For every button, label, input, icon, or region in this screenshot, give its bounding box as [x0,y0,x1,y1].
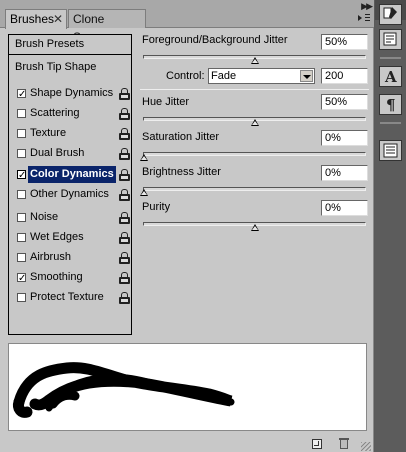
slider-thumb[interactable] [250,57,259,64]
divider [140,89,369,90]
dock-divider [380,57,401,59]
checkbox[interactable] [17,293,26,302]
checkbox[interactable] [17,129,26,138]
lock-icon[interactable] [119,88,130,100]
brushes-panel: Brushes ✕ Clone Source ▶▶ Brush Presets … [0,0,374,452]
panel-menu-icon[interactable] [358,12,371,24]
purity-label: Purity [142,201,171,213]
hue-jitter-field[interactable]: 50% [321,94,368,110]
resize-grip-icon[interactable] [361,442,371,451]
brush-option-row[interactable]: Other Dynamics [11,186,130,203]
control-select-value: Fade [211,70,237,82]
checkbox[interactable] [17,233,26,242]
lock-icon[interactable] [119,212,130,224]
saturation-jitter-field[interactable]: 0% [321,130,368,146]
tab-clone-source[interactable]: Clone Source [68,9,146,44]
brush-option-row[interactable]: Texture [11,125,130,142]
brush-option-label: Shape Dynamics [30,87,114,99]
lock-icon[interactable] [119,292,130,304]
brush-option-label: Protect Texture [30,291,104,303]
checkbox[interactable] [17,149,26,158]
brush-option-row[interactable]: Shape Dynamics [11,85,130,103]
lock-icon[interactable] [119,108,130,120]
fg-bg-jitter-slider[interactable] [143,55,366,64]
brush-option-row[interactable]: Smoothing [11,269,130,287]
new-preset-icon[interactable] [312,439,322,449]
checkbox[interactable] [17,167,26,184]
lock-icon[interactable] [119,128,130,140]
tab-brushes-label: Brushes [10,12,55,26]
brush-tip-shape-item[interactable]: Brush Tip Shape [9,59,96,75]
saturation-jitter-slider[interactable] [140,152,366,161]
brush-option-row[interactable]: Airbrush [11,249,130,266]
brush-option-row[interactable]: Color Dynamics [11,166,130,184]
control-label: Control: [166,70,205,82]
checkbox[interactable] [17,253,26,262]
brush-option-row[interactable]: Protect Texture [11,289,130,306]
checkbox[interactable] [17,190,26,199]
brush-option-label: Color Dynamics [28,166,116,183]
character-icon[interactable]: A [379,66,402,87]
chevron-down-icon[interactable] [300,70,313,82]
close-icon[interactable]: ✕ [53,10,63,28]
paragraph-icon[interactable]: ¶ [379,94,402,115]
brush-option-row[interactable]: Scattering [11,105,130,122]
brush-option-label: Other Dynamics [30,188,109,200]
panel-dock: ◀◀ A ¶ [375,0,406,452]
brush-option-row[interactable]: Noise [11,209,130,226]
brush-presets-label: Brush Presets [15,38,85,50]
lock-icon[interactable] [119,232,130,244]
brush-options-list: Brush Presets Brush Tip Shape Shape Dyna… [8,34,132,335]
brush-option-label: Airbrush [30,251,71,263]
brush-presets-button[interactable]: Brush Presets [9,35,131,55]
brightness-jitter-slider[interactable] [140,187,366,196]
slider-thumb[interactable] [140,189,148,196]
brush-preset-icon[interactable] [379,4,402,25]
checkbox[interactable] [17,109,26,118]
dock-divider [380,122,401,124]
brush-option-label: Texture [30,127,67,139]
checkbox[interactable] [17,213,26,222]
fg-bg-jitter-field[interactable]: 50% [321,34,368,50]
hue-jitter-label: Hue Jitter [142,96,190,108]
brush-option-label: Smoothing [30,271,83,283]
brightness-jitter-label: Brightness Jitter [142,166,221,178]
brush-stroke-preview [8,343,367,431]
hue-jitter-slider[interactable] [143,117,366,126]
lock-icon[interactable] [119,189,130,201]
slider-thumb[interactable] [140,154,148,161]
clone-source-icon[interactable] [379,29,402,50]
control-fade-steps-field[interactable]: 200 [321,68,368,84]
collapse-panel-icon[interactable]: ▶▶ [361,1,373,12]
slider-thumb[interactable] [250,224,259,231]
panel-tab-bar: Brushes ✕ Clone Source ▶▶ [0,0,374,44]
brush-option-label: Scattering [30,107,80,119]
panel-bottom-bar [0,436,374,452]
saturation-jitter-label: Saturation Jitter [142,131,220,143]
lock-icon[interactable] [119,252,130,264]
brush-option-row[interactable]: Dual Brush [11,145,130,162]
brush-option-label: Wet Edges [30,231,84,243]
brush-option-label: Noise [30,211,59,223]
control-select[interactable]: Fade [208,68,315,84]
stroke-preview-image [13,362,235,418]
brush-tip-shape-label: Brush Tip Shape [15,61,97,73]
lock-icon[interactable] [119,169,130,181]
fg-bg-jitter-label: Foreground/Background Jitter [142,34,288,46]
trash-icon[interactable] [339,438,349,449]
purity-field[interactable]: 0% [321,200,368,216]
purity-slider[interactable] [143,222,366,231]
lock-icon[interactable] [119,148,130,160]
brush-option-label: Dual Brush [30,147,85,159]
checkbox[interactable] [17,86,26,103]
slider-thumb[interactable] [250,119,259,126]
brightness-jitter-field[interactable]: 0% [321,165,368,181]
checkbox[interactable] [17,270,26,287]
lock-icon[interactable] [119,272,130,284]
notes-icon[interactable] [379,140,402,161]
tab-brushes[interactable]: Brushes ✕ [5,9,67,29]
brush-option-row[interactable]: Wet Edges [11,229,130,246]
